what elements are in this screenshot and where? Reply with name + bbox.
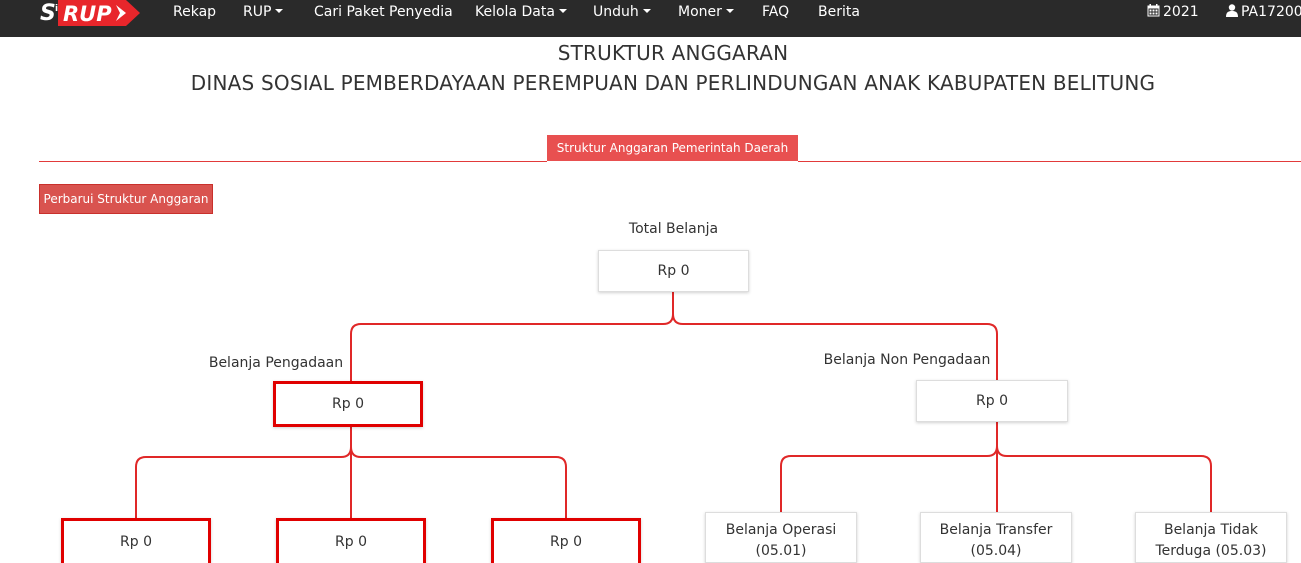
belanja-operasi-code: (05.01) <box>755 543 807 559</box>
belanja-transfer-code: (05.04) <box>970 543 1022 559</box>
pengadaan-child-node-1[interactable]: Rp 0 <box>61 518 211 563</box>
total-belanja-node[interactable]: Rp 0 <box>598 250 749 292</box>
belanja-tidak-terduga-label: Belanja Tidak <box>1163 522 1259 538</box>
belanja-tidak-terduga-code: Terduga (05.03) <box>1155 543 1267 559</box>
belanja-pengadaan-label: Belanja Pengadaan <box>208 355 344 371</box>
belanja-non-pengadaan-value: Rp 0 <box>976 393 1008 409</box>
pengadaan-child-node-3[interactable]: Rp 0 <box>491 518 641 563</box>
pengadaan-child-value: Rp 0 <box>335 534 367 550</box>
belanja-operasi-node[interactable]: Belanja Operasi (05.01) <box>705 512 857 563</box>
belanja-pengadaan-node[interactable]: Rp 0 <box>273 381 423 427</box>
belanja-pengadaan-value: Rp 0 <box>332 396 364 412</box>
total-belanja-label: Total Belanja <box>628 221 719 237</box>
belanja-non-pengadaan-node[interactable]: Rp 0 <box>916 380 1068 422</box>
belanja-operasi-label: Belanja Operasi <box>725 522 837 538</box>
belanja-tidak-terduga-node[interactable]: Belanja Tidak Terduga (05.03) <box>1135 512 1287 563</box>
belanja-transfer-node[interactable]: Belanja Transfer (05.04) <box>920 512 1072 563</box>
pengadaan-child-value: Rp 0 <box>120 534 152 550</box>
pengadaan-child-value: Rp 0 <box>550 534 582 550</box>
pengadaan-child-node-2[interactable]: Rp 0 <box>276 518 426 563</box>
belanja-transfer-label: Belanja Transfer <box>939 522 1053 538</box>
belanja-non-pengadaan-label: Belanja Non Pengadaan <box>823 352 991 368</box>
total-belanja-value: Rp 0 <box>657 263 690 279</box>
